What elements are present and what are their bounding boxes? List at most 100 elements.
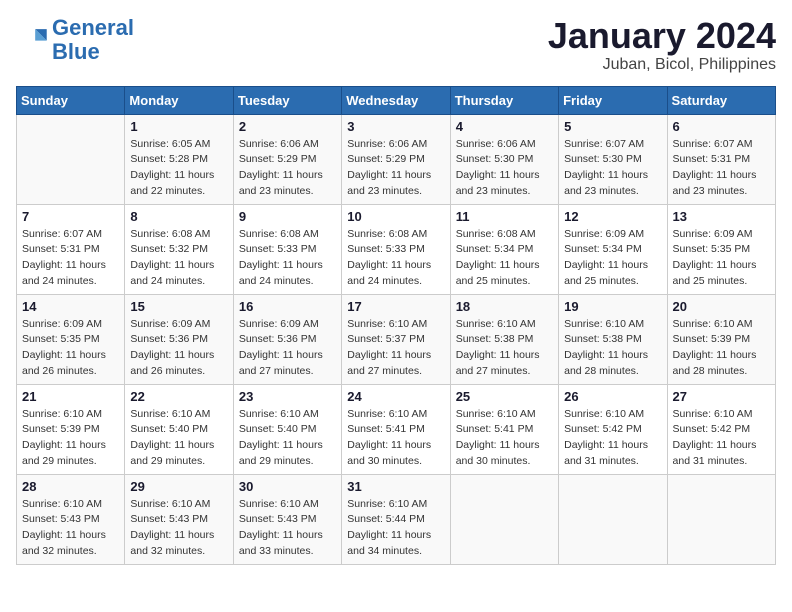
calendar-cell: 10 Sunrise: 6:08 AM Sunset: 5:33 PM Dayli… (342, 204, 450, 294)
calendar-cell: 21 Sunrise: 6:10 AM Sunset: 5:39 PM Dayli… (17, 384, 125, 474)
day-info: Sunrise: 6:10 AM Sunset: 5:41 PM Dayligh… (347, 407, 444, 470)
day-info: Sunrise: 6:10 AM Sunset: 5:43 PM Dayligh… (239, 497, 336, 560)
calendar-cell (559, 474, 667, 564)
day-number: 1 (130, 119, 227, 134)
calendar-cell (17, 114, 125, 204)
day-number: 20 (673, 299, 770, 314)
day-number: 22 (130, 389, 227, 404)
header: General Blue January 2024 Juban, Bicol, … (16, 16, 776, 74)
day-number: 7 (22, 209, 119, 224)
calendar-cell: 14Sunrise: 6:09 AM Sunset: 5:35 PM Dayli… (17, 294, 125, 384)
calendar-cell: 16 Sunrise: 6:09 AM Sunset: 5:36 PM Dayli… (233, 294, 341, 384)
calendar-cell: 8Sunrise: 6:08 AM Sunset: 5:32 PM Daylig… (125, 204, 233, 294)
calendar-cell: 30 Sunrise: 6:10 AM Sunset: 5:43 PM Dayli… (233, 474, 341, 564)
day-number: 15 (130, 299, 227, 314)
calendar-cell: 5 Sunrise: 6:07 AM Sunset: 5:30 PM Daylig… (559, 114, 667, 204)
day-number: 29 (130, 479, 227, 494)
day-info: Sunrise: 6:10 AM Sunset: 5:39 PM Dayligh… (22, 407, 119, 470)
day-info: Sunrise: 6:10 AM Sunset: 5:42 PM Dayligh… (673, 407, 770, 470)
calendar-cell: 24 Sunrise: 6:10 AM Sunset: 5:41 PM Dayli… (342, 384, 450, 474)
day-number: 24 (347, 389, 444, 404)
day-info: Sunrise: 6:09 AM Sunset: 5:35 PM Dayligh… (673, 227, 770, 290)
day-info: Sunrise: 6:08 AM Sunset: 5:33 PM Dayligh… (239, 227, 336, 290)
day-info: Sunrise: 6:10 AM Sunset: 5:42 PM Dayligh… (564, 407, 661, 470)
day-number: 2 (239, 119, 336, 134)
day-info: Sunrise: 6:05 AM Sunset: 5:28 PM Dayligh… (130, 137, 227, 200)
month-title: January 2024 (548, 16, 776, 56)
day-info: Sunrise: 6:09 AM Sunset: 5:36 PM Dayligh… (130, 317, 227, 380)
calendar-cell: 2 Sunrise: 6:06 AM Sunset: 5:29 PM Daylig… (233, 114, 341, 204)
day-info: Sunrise: 6:10 AM Sunset: 5:37 PM Dayligh… (347, 317, 444, 380)
location-subtitle: Juban, Bicol, Philippines (548, 56, 776, 74)
day-info: Sunrise: 6:08 AM Sunset: 5:33 PM Dayligh… (347, 227, 444, 290)
day-info: Sunrise: 6:07 AM Sunset: 5:31 PM Dayligh… (673, 137, 770, 200)
logo-icon (16, 24, 48, 56)
calendar-cell: 1 Sunrise: 6:05 AM Sunset: 5:28 PM Daylig… (125, 114, 233, 204)
day-info: Sunrise: 6:10 AM Sunset: 5:38 PM Dayligh… (456, 317, 553, 380)
calendar-cell: 25Sunrise: 6:10 AM Sunset: 5:41 PM Dayli… (450, 384, 558, 474)
calendar-cell: 7 Sunrise: 6:07 AM Sunset: 5:31 PM Daylig… (17, 204, 125, 294)
day-info: Sunrise: 6:10 AM Sunset: 5:43 PM Dayligh… (22, 497, 119, 560)
day-number: 23 (239, 389, 336, 404)
day-info: Sunrise: 6:08 AM Sunset: 5:34 PM Dayligh… (456, 227, 553, 290)
logo: General Blue (16, 16, 134, 64)
day-info: Sunrise: 6:10 AM Sunset: 5:40 PM Dayligh… (130, 407, 227, 470)
calendar-table: SundayMondayTuesdayWednesdayThursdayFrid… (16, 86, 776, 565)
weekday-header-friday: Friday (559, 86, 667, 114)
calendar-cell: 17Sunrise: 6:10 AM Sunset: 5:37 PM Dayli… (342, 294, 450, 384)
calendar-cell: 31Sunrise: 6:10 AM Sunset: 5:44 PM Dayli… (342, 474, 450, 564)
day-number: 14 (22, 299, 119, 314)
calendar-cell: 9 Sunrise: 6:08 AM Sunset: 5:33 PM Daylig… (233, 204, 341, 294)
calendar-week-5: 28 Sunrise: 6:10 AM Sunset: 5:43 PM Dayli… (17, 474, 776, 564)
logo-blue: Blue (52, 39, 100, 64)
calendar-cell: 28 Sunrise: 6:10 AM Sunset: 5:43 PM Dayli… (17, 474, 125, 564)
day-info: Sunrise: 6:07 AM Sunset: 5:30 PM Dayligh… (564, 137, 661, 200)
day-number: 18 (456, 299, 553, 314)
calendar-cell: 29 Sunrise: 6:10 AM Sunset: 5:43 PM Dayli… (125, 474, 233, 564)
day-number: 8 (130, 209, 227, 224)
day-info: Sunrise: 6:10 AM Sunset: 5:38 PM Dayligh… (564, 317, 661, 380)
day-number: 16 (239, 299, 336, 314)
day-number: 19 (564, 299, 661, 314)
day-info: Sunrise: 6:06 AM Sunset: 5:30 PM Dayligh… (456, 137, 553, 200)
day-info: Sunrise: 6:06 AM Sunset: 5:29 PM Dayligh… (347, 137, 444, 200)
calendar-cell: 6Sunrise: 6:07 AM Sunset: 5:31 PM Daylig… (667, 114, 775, 204)
day-number: 11 (456, 209, 553, 224)
logo-text: General Blue (52, 16, 134, 64)
day-info: Sunrise: 6:06 AM Sunset: 5:29 PM Dayligh… (239, 137, 336, 200)
calendar-cell: 26 Sunrise: 6:10 AM Sunset: 5:42 PM Dayli… (559, 384, 667, 474)
calendar-cell (667, 474, 775, 564)
day-info: Sunrise: 6:10 AM Sunset: 5:41 PM Dayligh… (456, 407, 553, 470)
calendar-week-4: 21 Sunrise: 6:10 AM Sunset: 5:39 PM Dayli… (17, 384, 776, 474)
calendar-week-1: 1 Sunrise: 6:05 AM Sunset: 5:28 PM Daylig… (17, 114, 776, 204)
weekday-header-tuesday: Tuesday (233, 86, 341, 114)
day-info: Sunrise: 6:10 AM Sunset: 5:40 PM Dayligh… (239, 407, 336, 470)
weekday-header-saturday: Saturday (667, 86, 775, 114)
day-number: 28 (22, 479, 119, 494)
calendar-cell: 20 Sunrise: 6:10 AM Sunset: 5:39 PM Dayli… (667, 294, 775, 384)
weekday-header-monday: Monday (125, 86, 233, 114)
day-number: 26 (564, 389, 661, 404)
calendar-week-2: 7 Sunrise: 6:07 AM Sunset: 5:31 PM Daylig… (17, 204, 776, 294)
day-info: Sunrise: 6:09 AM Sunset: 5:36 PM Dayligh… (239, 317, 336, 380)
day-number: 30 (239, 479, 336, 494)
weekday-header-thursday: Thursday (450, 86, 558, 114)
day-info: Sunrise: 6:10 AM Sunset: 5:44 PM Dayligh… (347, 497, 444, 560)
day-number: 10 (347, 209, 444, 224)
weekday-header-sunday: Sunday (17, 86, 125, 114)
calendar-week-3: 14Sunrise: 6:09 AM Sunset: 5:35 PM Dayli… (17, 294, 776, 384)
weekday-header-wednesday: Wednesday (342, 86, 450, 114)
day-info: Sunrise: 6:07 AM Sunset: 5:31 PM Dayligh… (22, 227, 119, 290)
title-area: January 2024 Juban, Bicol, Philippines (548, 16, 776, 74)
calendar-cell: 22 Sunrise: 6:10 AM Sunset: 5:40 PM Dayli… (125, 384, 233, 474)
calendar-cell: 3Sunrise: 6:06 AM Sunset: 5:29 PM Daylig… (342, 114, 450, 204)
day-number: 9 (239, 209, 336, 224)
day-info: Sunrise: 6:10 AM Sunset: 5:43 PM Dayligh… (130, 497, 227, 560)
day-number: 12 (564, 209, 661, 224)
calendar-cell: 4Sunrise: 6:06 AM Sunset: 5:30 PM Daylig… (450, 114, 558, 204)
day-number: 21 (22, 389, 119, 404)
calendar-cell: 13Sunrise: 6:09 AM Sunset: 5:35 PM Dayli… (667, 204, 775, 294)
day-number: 5 (564, 119, 661, 134)
day-info: Sunrise: 6:10 AM Sunset: 5:39 PM Dayligh… (673, 317, 770, 380)
calendar-cell: 23 Sunrise: 6:10 AM Sunset: 5:40 PM Dayli… (233, 384, 341, 474)
